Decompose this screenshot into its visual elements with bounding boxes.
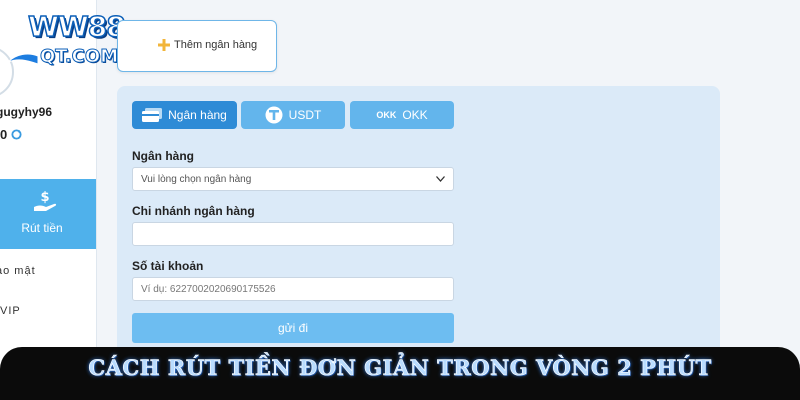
tab-bank-label: Ngân hàng [168, 108, 227, 122]
bank-select-value: Vui lòng chọn ngân hàng [141, 174, 252, 185]
svg-text:$: $ [40, 190, 49, 205]
logo-line2: QT.COM [39, 46, 119, 68]
money-hand-icon: $ [34, 190, 57, 211]
balance-value: 0 [0, 127, 8, 142]
tab-bank[interactable]: Ngân hàng [132, 101, 237, 129]
branch-field-label: Chi nhánh ngân hàng [132, 204, 255, 218]
sidebar-item-withdraw[interactable]: $ Rút tiền [0, 179, 96, 249]
bank-select[interactable]: Vui lòng chọn ngân hàng [132, 167, 454, 191]
logo-line1: WW88 [27, 9, 126, 44]
sidebar-item-withdraw-label: Rút tiền [21, 221, 63, 235]
tab-usdt[interactable]: USDT [241, 101, 345, 129]
bank-field-label: Ngân hàng [132, 149, 194, 163]
tab-okk[interactable]: OKK OKK [350, 101, 454, 129]
caption-text: CÁCH RÚT TIỀN ĐƠN GIẢN TRONG VÒNG 2 PHÚT [88, 355, 712, 381]
tether-icon [265, 106, 283, 124]
sidebar-item-security[interactable]: ảo mật [0, 265, 36, 277]
account-number-input[interactable]: Ví dụ: 6227002020690175526 [132, 277, 454, 301]
chevron-down-icon [436, 176, 445, 182]
add-bank-card[interactable]: Thêm ngân hàng [117, 20, 277, 72]
wing-left-icon [8, 53, 38, 65]
add-bank-label: Thêm ngân hàng [174, 39, 258, 51]
sidebar-item-vip[interactable]: VIP [0, 305, 21, 317]
balance: 0 [0, 127, 22, 142]
tab-okk-label: OKK [402, 108, 428, 122]
plus-icon [158, 39, 170, 51]
bank-card-icon [142, 108, 163, 122]
tab-usdt-label: USDT [288, 108, 322, 122]
account-field-label: Số tài khoản [132, 259, 204, 273]
okk-logo-icon: OKK [376, 110, 397, 120]
refresh-icon[interactable] [11, 129, 22, 140]
branch-input[interactable] [132, 222, 454, 246]
username: gugyhy96 [0, 105, 53, 119]
submit-button[interactable]: gửi đi [132, 313, 454, 343]
